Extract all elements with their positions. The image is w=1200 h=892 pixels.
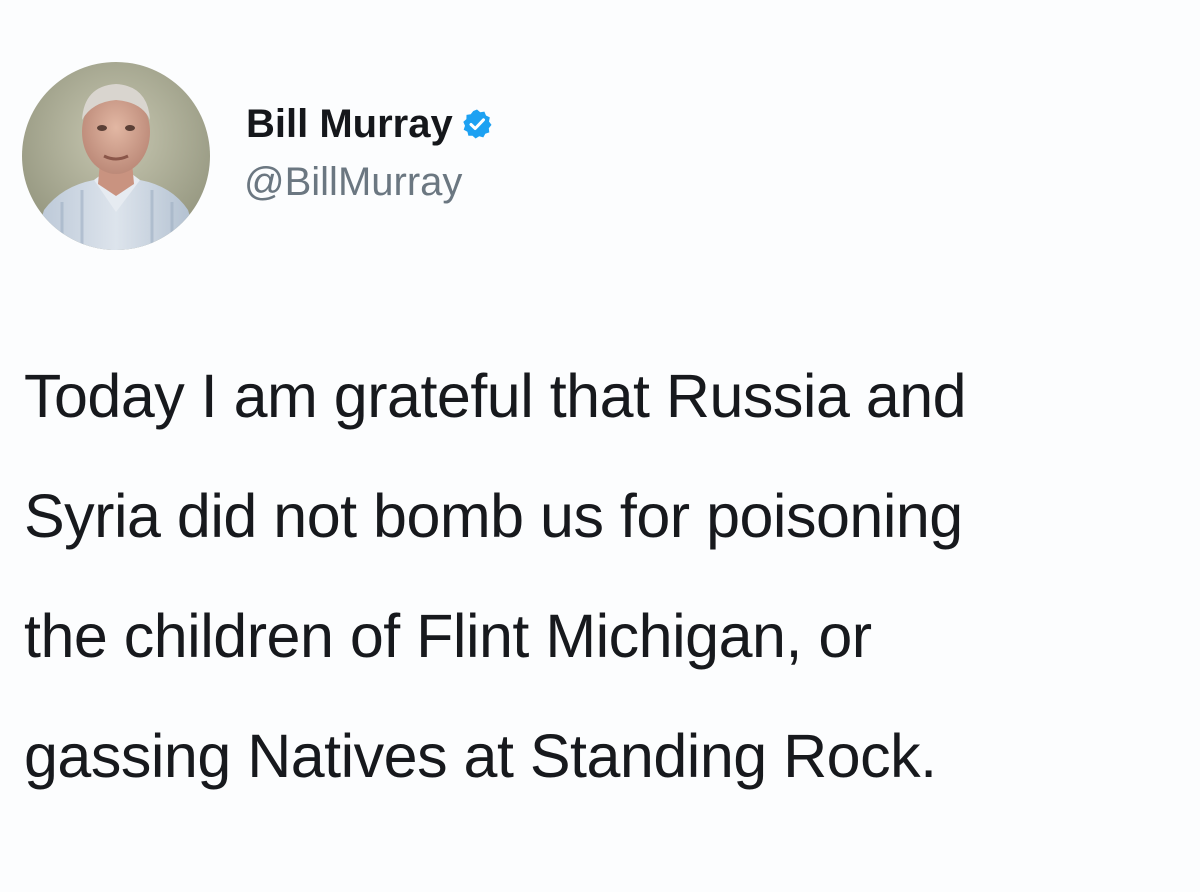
- tweet-card: Bill Murray @BillMurray Today I am grate…: [0, 0, 1200, 892]
- profile-photo: [22, 62, 210, 250]
- tweet-text: Today I am grateful that Russia and Syri…: [24, 336, 1194, 816]
- tweet-text-line: Today I am grateful that Russia and: [24, 362, 967, 430]
- display-name[interactable]: Bill Murray: [246, 102, 453, 147]
- author-handle[interactable]: @BillMurray: [244, 160, 462, 205]
- tweet-text-line: Syria did not bomb us for poisoning: [24, 482, 963, 550]
- author-name-row[interactable]: Bill Murray: [246, 98, 493, 150]
- avatar[interactable]: [22, 62, 210, 250]
- tweet-text-line: the children of Flint Michigan, or: [24, 602, 872, 670]
- verified-badge-icon: [461, 108, 493, 140]
- tweet-text-line: gassing Natives at Standing Rock.: [24, 722, 937, 790]
